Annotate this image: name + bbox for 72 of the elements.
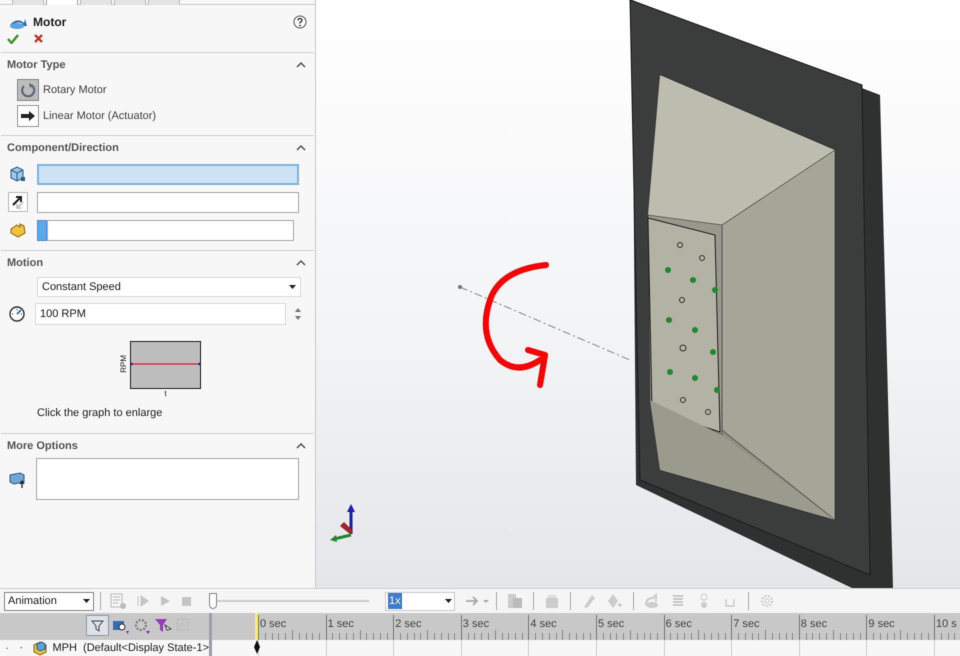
rotate-arrow-icon [20, 82, 36, 98]
section-header[interactable]: Motion [7, 254, 44, 272]
panel-tab[interactable] [114, 0, 146, 5]
time-label: 0 sec [260, 617, 286, 632]
tree-item[interactable]: MPH (Default<Display State-1> [52, 640, 209, 656]
option-label: Linear Motor (Actuator) [43, 108, 156, 124]
dropdown-caret-icon [445, 599, 452, 603]
play-from-start-icon[interactable] [137, 594, 149, 608]
panel-title: Motor [33, 14, 66, 30]
time-label: 2 sec [395, 617, 422, 632]
play-icon[interactable] [159, 594, 171, 608]
filter-icon [91, 620, 104, 632]
panel-tab[interactable] [46, 0, 78, 5]
dropdown-caret-icon[interactable] [483, 600, 489, 602]
section-header[interactable]: More Options [7, 438, 78, 454]
spring-icon[interactable] [670, 593, 686, 609]
axis-triad-drawing [330, 504, 355, 542]
playback-speed-dropdown[interactable]: 1x [385, 592, 455, 610]
time-label: 3 sec [462, 617, 490, 632]
panel-tab[interactable] [80, 0, 112, 5]
part-upload-icon [8, 470, 26, 488]
graph-axis-label: t [164, 389, 167, 398]
graph-axis-label: RPM [118, 355, 129, 373]
help-icon[interactable] [293, 14, 307, 28]
linear-motor-button[interactable] [17, 105, 39, 127]
filter-funnel-icon[interactable] [154, 617, 172, 635]
dropdown-caret-icon [83, 599, 90, 603]
motion-type-dropdown[interactable]: Constant Speed [37, 277, 301, 297]
time-label: 9 sec [868, 617, 895, 632]
selection-field[interactable] [37, 164, 299, 184]
time-label: 7 sec [733, 617, 760, 632]
list-marker [37, 220, 47, 240]
spinner-arrows-icon[interactable] [295, 307, 301, 321]
stop-icon[interactable] [181, 596, 192, 606]
filter-button[interactable] [86, 615, 109, 636]
time-label: 5 sec [598, 617, 624, 632]
add-key-icon[interactable] [607, 593, 623, 609]
mode-dropdown[interactable]: Animation [4, 592, 94, 610]
time-marker [255, 613, 258, 640]
settings-icon[interactable] [759, 593, 775, 609]
cancel-icon[interactable] [33, 32, 44, 44]
collapse-caret-icon[interactable] [296, 259, 306, 267]
arrow-right-icon [20, 110, 36, 122]
time-label: 8 sec [800, 617, 828, 632]
selection-field[interactable] [37, 192, 299, 212]
selection-field[interactable] [47, 220, 294, 240]
panel-tab[interactable] [12, 0, 44, 5]
part-icon [8, 164, 28, 184]
collapse-caret-icon[interactable] [296, 61, 306, 69]
motor-tool-icon[interactable] [644, 593, 660, 609]
ok-icon[interactable] [7, 32, 19, 44]
panel-tab[interactable] [148, 0, 180, 5]
collapse-caret-icon[interactable] [296, 442, 306, 450]
arrow-right-icon[interactable] [465, 594, 479, 608]
graph-hint: Click the graph to enlarge [37, 407, 162, 419]
time-label: 4 sec [530, 617, 557, 632]
section-header[interactable]: Component/Direction [7, 140, 119, 156]
speedometer-icon [8, 305, 26, 323]
collapse-caret-icon[interactable] [296, 144, 306, 152]
speed-graph[interactable] [130, 341, 201, 389]
playback-slider-handle[interactable] [209, 593, 217, 609]
speed-field[interactable]: 100 RPM [35, 303, 286, 325]
section-header[interactable]: Motor Type [7, 56, 66, 74]
calculate-icon[interactable] [110, 592, 127, 610]
time-label: 10 s [936, 617, 957, 632]
option-label: Rotary Motor [43, 82, 107, 98]
assembly-icon [32, 640, 48, 656]
options-list-box[interactable] [36, 458, 299, 500]
time-label: 1 sec [328, 617, 354, 632]
key-point-icon[interactable] [253, 640, 261, 654]
dropdown-caret-icon [289, 285, 296, 289]
time-label: 6 sec [666, 617, 692, 632]
